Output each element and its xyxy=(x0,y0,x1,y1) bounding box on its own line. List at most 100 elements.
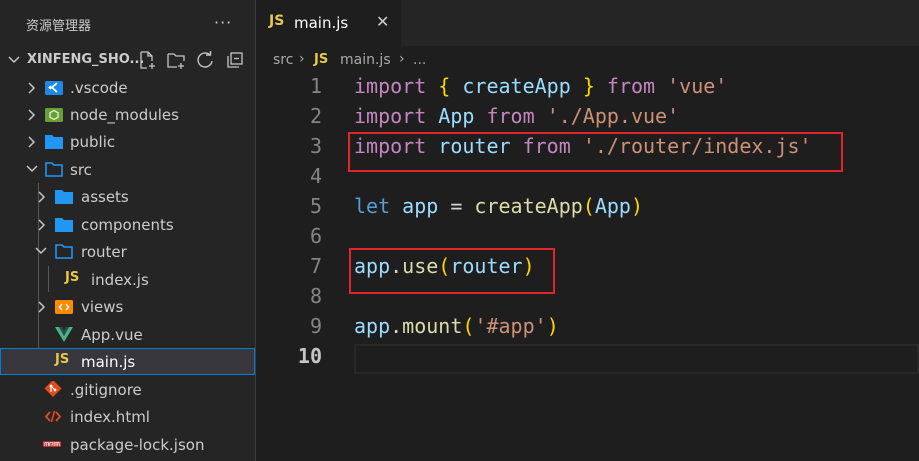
line-number: 2 xyxy=(309,104,322,128)
workspace-root-label: XINFENG_SHO... xyxy=(27,52,145,67)
chevron-down-icon xyxy=(26,165,38,173)
vue-file-icon xyxy=(55,327,73,342)
new-folder-icon[interactable] xyxy=(166,50,186,70)
tree-item-vscode[interactable]: .vscode xyxy=(0,74,255,101)
code-token: App xyxy=(438,104,475,128)
js-file-icon: JS xyxy=(55,352,70,367)
tree-item-index-html[interactable]: index.html xyxy=(0,403,255,430)
explorer-sidebar: 资源管理器 ··· XINFENG_SHO... .vscode node_mo… xyxy=(0,0,255,461)
tree-item-label: main.js xyxy=(81,353,136,371)
new-file-icon[interactable] xyxy=(137,50,157,70)
code-token: { xyxy=(438,74,451,98)
annotation-box xyxy=(348,132,843,172)
tree-item-label: package-lock.json xyxy=(70,436,205,454)
folder-open-icon xyxy=(55,244,73,259)
js-file-icon: JS xyxy=(65,270,80,285)
views-folder-icon xyxy=(55,300,73,314)
code-token: createApp xyxy=(474,194,583,218)
ellipsis-icon[interactable]: ··· xyxy=(214,13,232,32)
tree-item-label: components xyxy=(81,216,174,234)
chevron-right-icon xyxy=(28,82,36,94)
tree-item-public[interactable]: public xyxy=(0,128,255,155)
workspace-root[interactable]: XINFENG_SHO... xyxy=(0,46,255,73)
breadcrumb-folder[interactable]: src xyxy=(273,52,293,68)
folder-icon xyxy=(55,190,73,204)
tree-item-node-modules[interactable]: node_modules xyxy=(0,101,255,128)
code-token: ) xyxy=(546,314,559,338)
line-number: 3 xyxy=(309,134,322,158)
annotation-box xyxy=(349,248,555,294)
tree-item-label: index.html xyxy=(70,408,150,426)
close-icon[interactable]: ✕ xyxy=(376,12,389,31)
code-line[interactable]: import App from './App.vue' xyxy=(354,104,679,128)
git-file-icon xyxy=(44,381,62,397)
code-line[interactable]: app.mount('#app') xyxy=(354,314,559,338)
tree-item-label: .vscode xyxy=(70,79,128,97)
code-line[interactable]: import { createApp } from 'vue' xyxy=(354,74,727,98)
code-line[interactable]: let app = createApp(App) xyxy=(354,194,643,218)
tree-item-main-js[interactable]: JS main.js xyxy=(0,348,255,375)
line-number: 7 xyxy=(309,254,322,278)
tree-item-label: App.vue xyxy=(81,326,143,344)
code-editor[interactable]: 1 2 3 4 5 6 7 8 9 10 import { createApp } from 'v… xyxy=(256,74,919,461)
breadcrumb: src › JS main.js › ... xyxy=(256,46,919,74)
explorer-title: 资源管理器 xyxy=(26,19,92,34)
tree-item-components[interactable]: components xyxy=(0,211,255,238)
chevron-down-icon xyxy=(35,247,47,255)
tree-item-assets[interactable]: assets xyxy=(0,183,255,210)
line-number: 9 xyxy=(309,314,322,338)
npm-file-icon xyxy=(43,441,61,447)
tree-item-app-vue[interactable]: App.vue xyxy=(0,321,255,348)
folder-open-icon xyxy=(45,162,63,177)
chevron-right-icon xyxy=(38,191,46,203)
code-token: app xyxy=(402,194,439,218)
line-number: 1 xyxy=(309,74,322,98)
code-token: . xyxy=(390,314,403,338)
chevron-right-icon xyxy=(28,136,36,148)
code-token: createApp xyxy=(462,74,571,98)
tree-item-label: .gitignore xyxy=(70,381,142,399)
tree-item-label: src xyxy=(70,161,92,179)
breadcrumb-file[interactable]: main.js xyxy=(340,52,391,68)
line-number: 4 xyxy=(309,164,322,188)
code-token: '#app' xyxy=(474,314,547,338)
code-token: './App.vue' xyxy=(546,104,680,128)
tree-item-label: public xyxy=(70,133,116,151)
explorer-header: 资源管理器 ··· xyxy=(0,0,255,46)
line-number: 8 xyxy=(309,284,322,308)
breadcrumb-symbols[interactable]: ... xyxy=(413,52,426,68)
tree-item-gitignore[interactable]: .gitignore xyxy=(0,376,255,403)
tab-main-js[interactable]: JS main.js ✕ xyxy=(256,0,401,46)
code-token: ( xyxy=(582,194,595,218)
code-token: app xyxy=(354,314,391,338)
tree-item-views[interactable]: views xyxy=(0,293,255,320)
js-file-icon: JS xyxy=(314,52,329,67)
tree-item-label: views xyxy=(81,298,124,316)
tree-item-index-js[interactable]: JS index.js xyxy=(0,266,255,293)
folder-icon xyxy=(55,218,73,232)
js-file-icon: JS xyxy=(269,13,285,29)
folder-icon xyxy=(45,135,63,149)
tree-item-router[interactable]: router xyxy=(0,238,255,265)
code-token: import xyxy=(354,104,427,128)
code-token: mount xyxy=(402,314,463,338)
code-token: from xyxy=(486,104,535,128)
tree-item-package-lock[interactable]: package-lock.json xyxy=(0,431,255,458)
tree-item-label: assets xyxy=(81,188,129,206)
code-token: 'vue' xyxy=(667,74,728,98)
tree-item-src[interactable]: src xyxy=(0,156,255,183)
collapse-all-icon[interactable] xyxy=(225,50,245,70)
tree-item-label: index.js xyxy=(91,271,149,289)
chevron-right-icon xyxy=(38,219,46,231)
chevron-right-icon: › xyxy=(399,51,405,67)
tree-item-label: node_modules xyxy=(70,106,179,124)
vscode-folder-icon xyxy=(45,81,63,95)
refresh-icon[interactable] xyxy=(195,50,215,70)
line-number: 10 xyxy=(297,344,322,368)
